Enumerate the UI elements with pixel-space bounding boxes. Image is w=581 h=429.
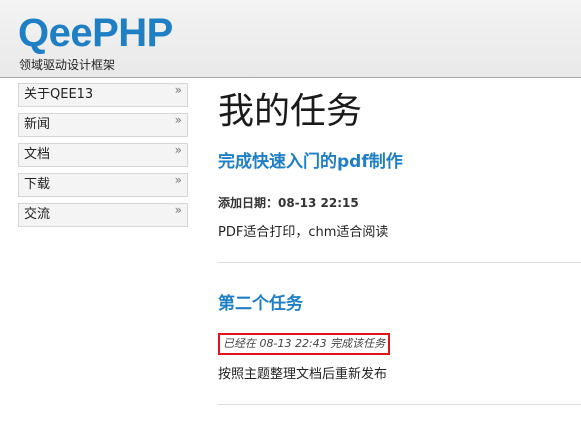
chevron-right-icon: » [174, 173, 182, 187]
task-description: 按照主题整理文档后重新发布 [218, 367, 388, 382]
sidebar-item-download[interactable]: 下载 » [18, 173, 188, 197]
sidebar-item-label: 新闻 [24, 117, 51, 132]
site-tagline: 领域驱动设计框架 [19, 58, 116, 72]
site-header: QeePHP 领域驱动设计框架 [0, 0, 581, 78]
task-added-date: 添加日期：08-13 22:15 [218, 196, 359, 210]
chevron-right-icon: » [174, 143, 182, 157]
task-divider [218, 404, 581, 405]
chevron-right-icon: » [174, 83, 182, 97]
chevron-right-icon: » [174, 203, 182, 217]
sidebar-item-community[interactable]: 交流 » [18, 203, 188, 227]
task-completed-status: 已经在 08-13 22:43 完成该任务 [218, 333, 391, 355]
sidebar-item-about[interactable]: 关于QEE13 » [18, 83, 188, 107]
sidebar-item-news[interactable]: 新闻 » [18, 113, 188, 137]
sidebar-nav: 关于QEE13 » 新闻 » 文档 » 下载 » 交流 » [18, 83, 188, 233]
sidebar-item-label: 下载 [24, 177, 51, 192]
sidebar-item-label: 关于QEE13 [24, 87, 94, 102]
chevron-right-icon: » [174, 113, 182, 127]
sidebar-item-docs[interactable]: 文档 » [18, 143, 188, 167]
site-logo[interactable]: QeePHP [18, 9, 173, 57]
task-title-link[interactable]: 完成快速入门的pdf制作 [218, 150, 403, 174]
task-divider [218, 262, 581, 263]
task-description: PDF适合打印，chm适合阅读 [218, 225, 389, 240]
page-title: 我的任务 [218, 91, 363, 132]
task-title-link[interactable]: 第二个任务 [218, 292, 303, 316]
sidebar-item-label: 交流 [24, 207, 51, 222]
sidebar-item-label: 文档 [24, 147, 51, 162]
